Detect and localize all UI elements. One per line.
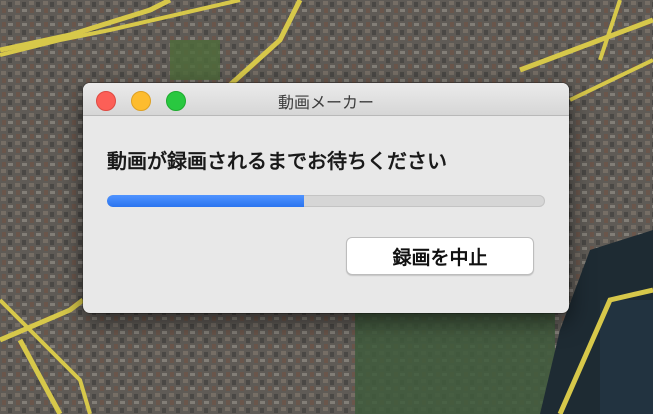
- recording-progress-bar: [107, 195, 545, 207]
- window-title: 動画メーカー: [277, 93, 374, 112]
- desktop-background: 動画メーカー 動画が録画されるまでお待ちください 録画を中止: [0, 0, 653, 414]
- recording-status-message: 動画が録画されるまでお待ちください: [107, 149, 447, 173]
- app-window: 動画メーカー 動画が録画されるまでお待ちください 録画を中止: [83, 83, 569, 313]
- stop-recording-button[interactable]: 録画を中止: [346, 237, 534, 275]
- title-bar[interactable]: 動画メーカー: [83, 83, 569, 116]
- progress-bar-fill: [107, 195, 305, 207]
